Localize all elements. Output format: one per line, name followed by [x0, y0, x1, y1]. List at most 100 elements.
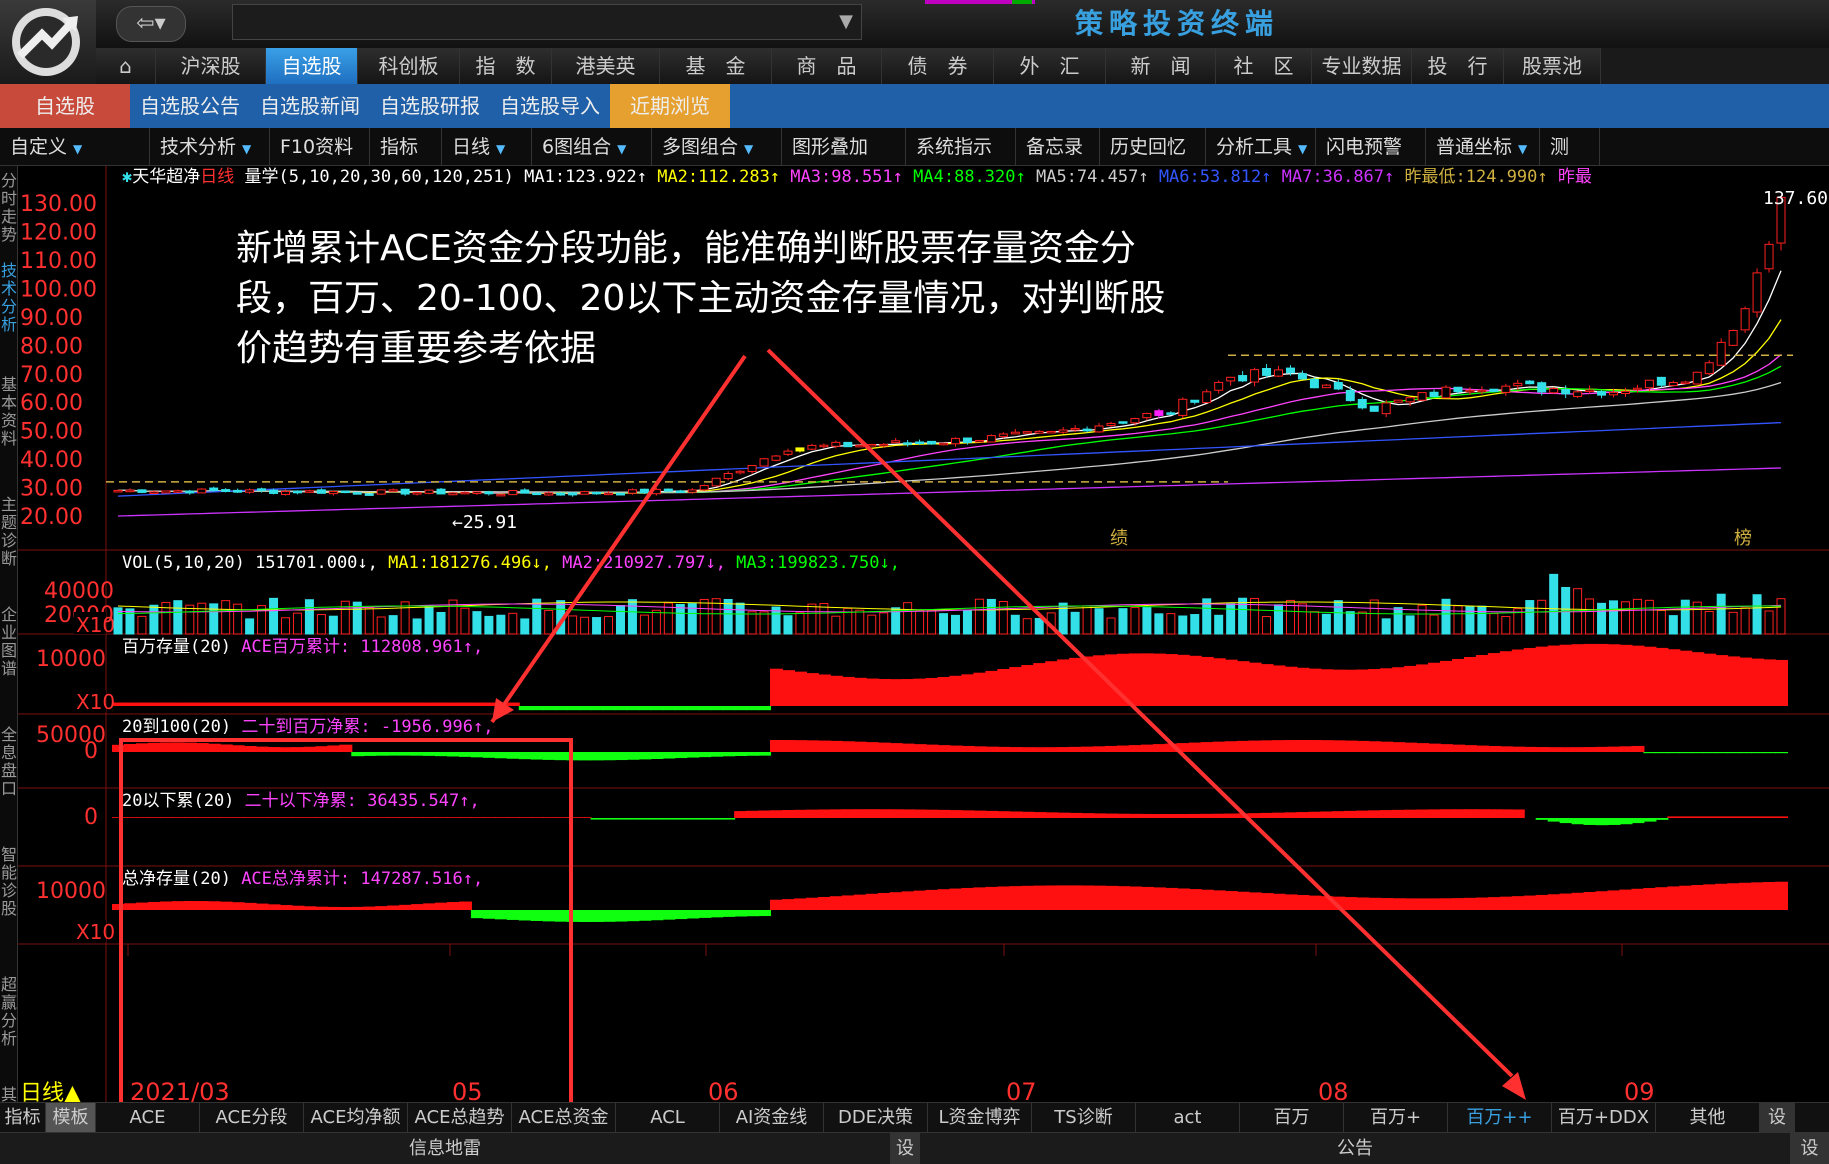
side-tab-6[interactable]: 智能诊股: [0, 846, 18, 918]
app-logo[interactable]: [0, 0, 96, 84]
ace-area-bar: [1152, 813, 1166, 818]
ace-area-bar: [231, 702, 245, 706]
volume-bar: [1022, 618, 1032, 635]
ace-area-bar: [829, 740, 843, 752]
ace-area-bar: [1392, 809, 1406, 818]
bottom-tab-10[interactable]: L资金博弈: [928, 1103, 1032, 1133]
subnav-tab-0[interactable]: 自选股: [0, 84, 130, 128]
bottom-tab-2[interactable]: ACE: [96, 1103, 200, 1133]
subnav-tab-2[interactable]: 自选股新闻: [250, 84, 370, 128]
side-tab-4[interactable]: 企业图谱: [0, 606, 18, 678]
bottom-tab-5[interactable]: ACE总趋势: [408, 1103, 512, 1133]
ace-area-bar: [1380, 810, 1394, 818]
toolbar-item-9[interactable]: 备忘录: [1016, 128, 1100, 166]
announcement-link[interactable]: 公告: [920, 1133, 1790, 1164]
settings-button[interactable]: 设: [890, 1133, 920, 1164]
toolbar-item-4[interactable]: 日线 ▼: [442, 128, 532, 166]
toolbar-item-1[interactable]: 技术分析 ▼: [150, 128, 270, 166]
bottom-tab-1[interactable]: 模板: [46, 1103, 96, 1133]
toolbar-item-12[interactable]: 闪电预警: [1316, 128, 1426, 166]
ace-area-bar: [1703, 884, 1717, 910]
toolbar-item-2[interactable]: F10资料: [270, 128, 370, 166]
bottom-tab-16[interactable]: 百万+DDX: [1552, 1103, 1656, 1133]
period-tag[interactable]: 日线▲: [20, 1081, 81, 1102]
bottom-tab-0[interactable]: 指标: [0, 1103, 46, 1133]
search-input[interactable]: ▼: [232, 4, 862, 40]
ace-area-bar: [1368, 897, 1382, 910]
side-tab-5[interactable]: 全息盘口: [0, 726, 18, 798]
nav-tab-2[interactable]: 科创板: [358, 48, 460, 84]
ace-area-bar: [997, 811, 1011, 818]
nav-tab-6[interactable]: 商 品: [772, 48, 882, 84]
nav-tab-1[interactable]: 自选股: [266, 48, 358, 84]
toolbar-item-5[interactable]: 6图组合 ▼: [532, 128, 652, 166]
ace-area-bar: [423, 817, 437, 818]
subnav-tab-1[interactable]: 自选股公告: [130, 84, 250, 128]
bottom-tab-14[interactable]: 百万+: [1344, 1103, 1448, 1133]
toolbar-item-7[interactable]: 图形叠加: [782, 128, 906, 166]
nav-tab-0[interactable]: 沪深股: [156, 48, 266, 84]
candle-body: [340, 490, 350, 494]
nav-tab-8[interactable]: 外 汇: [994, 48, 1106, 84]
ace-area-bar: [1200, 742, 1214, 752]
ace-area-bar: [530, 910, 544, 921]
nav-tab-11[interactable]: 专业数据: [1312, 48, 1412, 84]
ace-area-bar: [1284, 894, 1298, 910]
toolbar-item-10[interactable]: 历史回忆: [1100, 128, 1206, 166]
subnav-tab-5[interactable]: 近期浏览: [610, 84, 730, 128]
bottom-tab-7[interactable]: ACL: [616, 1103, 720, 1133]
ace-area-bar: [1475, 655, 1489, 706]
nav-tab-10[interactable]: 社 区: [1216, 48, 1312, 84]
nav-tab-7[interactable]: 债 券: [882, 48, 994, 84]
bottom-tab-6[interactable]: ACE总资金: [512, 1103, 616, 1133]
ace-area-bar: [135, 702, 149, 706]
nav-tab-5[interactable]: 基 金: [660, 48, 772, 84]
toolbar-item-11[interactable]: 分析工具 ▼: [1206, 128, 1316, 166]
nav-tab-9[interactable]: 新 闻: [1106, 48, 1216, 84]
toolbar-item-8[interactable]: 系统指示: [906, 128, 1016, 166]
bottom-tab-9[interactable]: DDE决策: [824, 1103, 928, 1133]
toolbar-item-0[interactable]: 自定义 ▼: [0, 128, 150, 166]
side-tab-7[interactable]: 超赢分析: [0, 976, 18, 1048]
home-button[interactable]: ⌂: [96, 48, 156, 84]
bottom-tab-18[interactable]: 设: [1760, 1103, 1795, 1133]
toolbar-item-3[interactable]: 指标: [370, 128, 442, 166]
toolbar-item-13[interactable]: 普通坐标 ▼: [1426, 128, 1540, 166]
info-landmine-link[interactable]: 信息地雷: [0, 1133, 890, 1164]
bottom-tab-3[interactable]: ACE分段: [200, 1103, 304, 1133]
candle-body: [675, 490, 685, 493]
bottom-tab-13[interactable]: 百万: [1240, 1103, 1344, 1133]
back-nav-button[interactable]: ⇦▾: [116, 6, 186, 42]
nav-tab-12[interactable]: 投 行: [1412, 48, 1504, 84]
bottom-tab-17[interactable]: 其他: [1656, 1103, 1760, 1133]
toolbar-item-6[interactable]: 多图组合 ▼: [652, 128, 782, 166]
bottom-tab-12[interactable]: act: [1136, 1103, 1240, 1133]
side-tab-1[interactable]: 技术分析: [0, 262, 18, 334]
toolbar-item-14[interactable]: 测: [1540, 128, 1600, 166]
subnav-tab-3[interactable]: 自选股研报: [370, 84, 490, 128]
side-tab-0[interactable]: 分时走势: [0, 172, 18, 244]
settings-button-2[interactable]: 设: [1790, 1133, 1829, 1164]
ace-area-bar: [470, 702, 484, 706]
ace-area-bar: [1045, 747, 1059, 752]
candle-body: [472, 491, 482, 494]
bottom-tab-11[interactable]: TS诊断: [1032, 1103, 1136, 1133]
dropdown-arrow-icon: ▼: [617, 142, 627, 156]
ace-area-bar: [710, 752, 724, 757]
side-tab-3[interactable]: 主题诊断: [0, 496, 18, 568]
ace-area-bar: [1176, 813, 1190, 818]
nav-tab-13[interactable]: 股票池: [1504, 48, 1601, 84]
bottom-tab-4[interactable]: ACE均净额: [304, 1103, 408, 1133]
nav-tab-3[interactable]: 指 数: [460, 48, 552, 84]
bottom-tab-8[interactable]: AI资金线: [720, 1103, 824, 1133]
bottom-tab-15[interactable]: 百万++: [1448, 1103, 1552, 1133]
nav-tab-4[interactable]: 港美英: [552, 48, 660, 84]
ace-area-bar: [554, 752, 568, 761]
subnav-tab-4[interactable]: 自选股导入: [490, 84, 610, 128]
side-tab-2[interactable]: 基本资料: [0, 376, 18, 448]
volume-bar: [1106, 617, 1116, 635]
ace-area-bar: [578, 752, 592, 761]
ace-area-bar: [243, 817, 257, 818]
volume-panel: VOL(5,10,20) 151701.000↓, MA1:181276.496…: [44, 553, 1786, 637]
candle-body: [149, 491, 159, 494]
